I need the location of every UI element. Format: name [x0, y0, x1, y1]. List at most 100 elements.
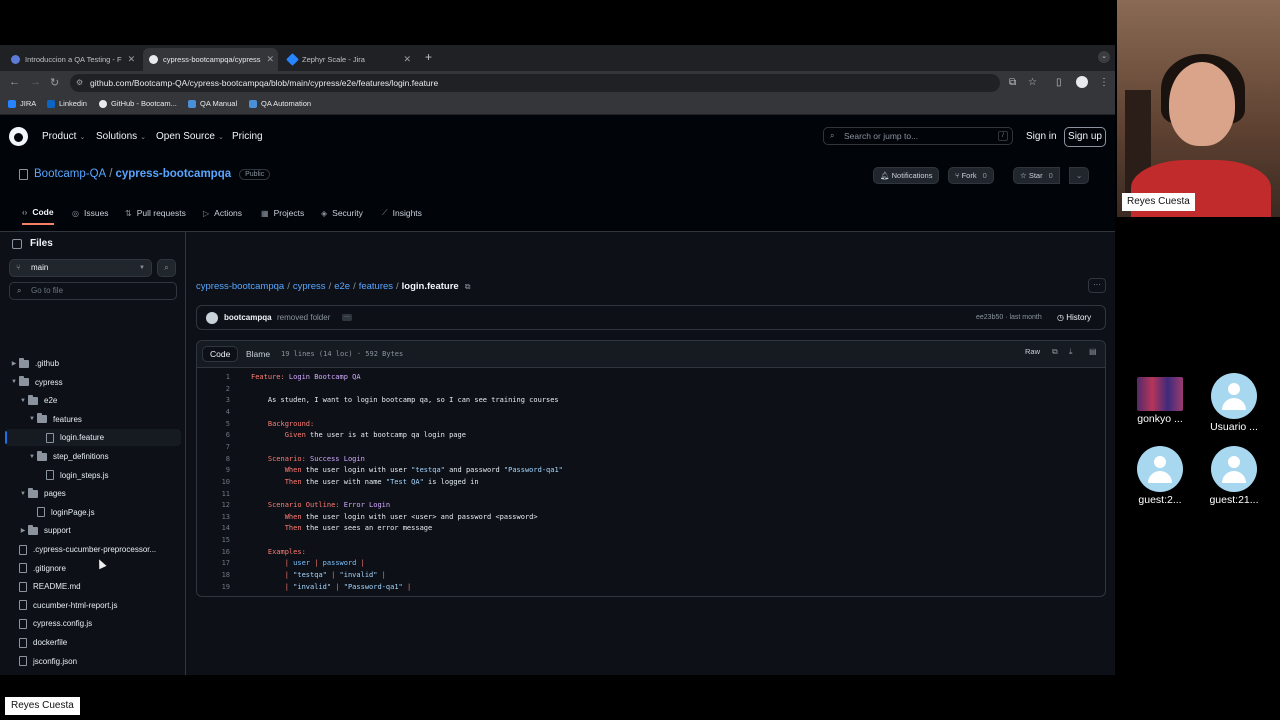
participant-tile[interactable]: guest:2... — [1134, 446, 1186, 506]
close-icon[interactable]: ✕ — [261, 54, 275, 65]
notifications-button[interactable]: 🔔︎ Notifications — [873, 167, 940, 184]
chevron-down-icon[interactable]: ▼ — [18, 398, 28, 404]
chevron-down-icon[interactable]: ▼ — [9, 379, 19, 385]
github-logo-icon[interactable] — [9, 127, 28, 146]
tree-folder[interactable]: ▶ .github — [5, 355, 181, 372]
avatar[interactable] — [206, 312, 218, 324]
new-tab-plus-icon[interactable]: + — [425, 50, 432, 64]
code-view-button[interactable]: Code — [202, 346, 239, 362]
tree-folder[interactable]: ▼ pages — [5, 485, 181, 502]
tab-insights[interactable]: ⟋ Insights — [382, 201, 422, 225]
participant-tile[interactable]: guest:21... — [1208, 446, 1260, 506]
line-number[interactable]: 11 — [197, 489, 230, 501]
reload-icon[interactable]: ↻ — [50, 76, 59, 89]
more-options-icon[interactable]: ··· — [1088, 278, 1106, 293]
line-number[interactable]: 12 — [197, 500, 230, 512]
tree-file[interactable]: .cypress-cucumber-preprocessor... — [5, 541, 181, 558]
tree-file[interactable]: dockerfile — [5, 634, 181, 651]
repo-name-link[interactable]: cypress-bootcampqa — [115, 168, 231, 180]
install-app-icon[interactable]: ⧉ — [1009, 77, 1016, 88]
branch-selector[interactable]: ⑂ main ▼ — [9, 259, 152, 277]
blame-view-button[interactable]: Blame — [238, 346, 278, 362]
breadcrumb-link[interactable]: cypress-bootcampqa — [196, 281, 284, 292]
line-number[interactable]: 18 — [197, 570, 230, 582]
tab-actions[interactable]: ▷ Actions — [203, 201, 242, 225]
close-icon[interactable]: ✕ — [397, 54, 411, 65]
tree-file[interactable]: .gitignore — [5, 560, 181, 577]
chevron-right-icon[interactable]: ▶ — [9, 360, 19, 367]
nav-product[interactable]: Product ⌄ — [42, 131, 85, 142]
site-info-icon[interactable]: ⚙ — [76, 74, 83, 92]
chevron-down-icon[interactable]: ▼ — [27, 454, 37, 460]
repo-owner-link[interactable]: Bootcamp-QA — [34, 168, 106, 180]
line-number[interactable]: 1 — [197, 372, 230, 384]
search-input[interactable]: ⌕ Search or jump to... / — [823, 127, 1013, 145]
bookmark-github[interactable]: GitHub - Bootcam... — [99, 99, 177, 108]
profile-avatar[interactable] — [1076, 76, 1088, 88]
tree-file[interactable]: cucumber-html-report.js — [5, 597, 181, 614]
tree-file[interactable]: jsconfig.json — [5, 653, 181, 670]
bookmark-qa-automation[interactable]: QA Automation — [249, 99, 311, 108]
more-menu-icon[interactable]: ⋮ — [1099, 77, 1109, 88]
line-number[interactable]: 17 — [197, 558, 230, 570]
tree-file[interactable]: package-lock.json — [5, 671, 181, 675]
line-number[interactable]: 5 — [197, 419, 230, 431]
bookmark-jira[interactable]: JIRA — [8, 99, 36, 108]
tree-file[interactable]: cypress.config.js — [5, 615, 181, 632]
breadcrumb-link[interactable]: cypress — [293, 281, 326, 292]
tab-code[interactable]: ‹› Code — [22, 201, 54, 225]
line-number[interactable]: 14 — [197, 523, 230, 535]
download-icon[interactable]: ⤓ — [1069, 347, 1073, 357]
bookmark-qa-manual[interactable]: QA Manual — [188, 99, 237, 108]
chevron-down-icon[interactable]: ▼ — [27, 416, 37, 422]
commit-author[interactable]: bootcampqa — [224, 313, 272, 322]
breadcrumb-link[interactable]: features — [359, 281, 393, 292]
participant-tile[interactable]: gonkyo ... — [1134, 377, 1186, 425]
close-icon[interactable]: ✕ — [122, 54, 136, 65]
tab-security[interactable]: ◈ Security — [321, 201, 363, 225]
go-to-file-input[interactable]: ⌕ Go to file — [9, 282, 177, 300]
nav-solutions[interactable]: Solutions ⌄ — [96, 131, 146, 142]
browser-tab-github[interactable]: cypress-bootcampqa/cypress ✕ — [143, 48, 278, 71]
star-dropdown-icon[interactable]: ⌄ — [1069, 167, 1090, 184]
tree-file[interactable]: login_steps.js — [5, 467, 181, 484]
line-number[interactable]: 8 — [197, 454, 230, 466]
bookmark-star-icon[interactable]: ☆ — [1028, 77, 1037, 88]
tree-folder[interactable]: ▶ support — [5, 522, 181, 539]
breadcrumb-link[interactable]: e2e — [334, 281, 350, 292]
line-number[interactable]: 10 — [197, 477, 230, 489]
sidebar-collapse-icon[interactable] — [12, 238, 22, 249]
copy-path-icon[interactable]: ⧉ — [465, 282, 471, 291]
line-number[interactable]: 2 — [197, 384, 230, 396]
tab-pull-requests[interactable]: ⇅ Pull requests — [125, 201, 186, 225]
commit-meta[interactable]: ee23b50 · last month — [976, 314, 1042, 321]
tree-folder[interactable]: ▼ features — [5, 411, 181, 428]
sign-in-link[interactable]: Sign in — [1026, 131, 1057, 142]
line-number[interactable]: 9 — [197, 465, 230, 477]
copy-icon[interactable]: ⧉ — [1052, 347, 1058, 357]
expand-commit-icon[interactable]: … — [342, 313, 352, 321]
side-panel-icon[interactable]: ▯ — [1056, 77, 1062, 88]
back-arrow-icon[interactable]: ← — [9, 76, 20, 88]
raw-button[interactable]: Raw — [1025, 347, 1040, 356]
tree-file[interactable]: loginPage.js — [5, 504, 181, 521]
sign-up-button[interactable]: Sign up — [1064, 127, 1106, 147]
chevron-right-icon[interactable]: ▶ — [18, 527, 28, 534]
tree-folder[interactable]: ▼ cypress — [5, 374, 181, 391]
line-number[interactable]: 4 — [197, 407, 230, 419]
bookmark-linkedin[interactable]: Linkedin — [47, 99, 87, 108]
browser-tab-qa-testing[interactable]: Introduccion a QA Testing - F ✕ — [5, 48, 140, 71]
line-number[interactable]: 13 — [197, 512, 230, 524]
browser-tab-jira[interactable]: Zephyr Scale - Jira ✕ — [282, 48, 417, 71]
tree-folder[interactable]: ▼ step_definitions — [5, 448, 181, 465]
line-number[interactable]: 19 — [197, 582, 230, 594]
line-number[interactable]: 7 — [197, 442, 230, 454]
star-button[interactable]: ☆ Star 0 — [1013, 167, 1060, 184]
symbols-panel-icon[interactable]: ▤ — [1089, 347, 1097, 356]
forward-arrow-icon[interactable]: → — [30, 76, 41, 88]
tree-file[interactable]: README.md — [5, 578, 181, 595]
line-number[interactable]: 6 — [197, 430, 230, 442]
tree-folder[interactable]: ▼ e2e — [5, 392, 181, 409]
tab-issues[interactable]: ◎ Issues — [72, 201, 109, 225]
tab-search-chevron-icon[interactable]: ⌄ — [1098, 51, 1110, 63]
